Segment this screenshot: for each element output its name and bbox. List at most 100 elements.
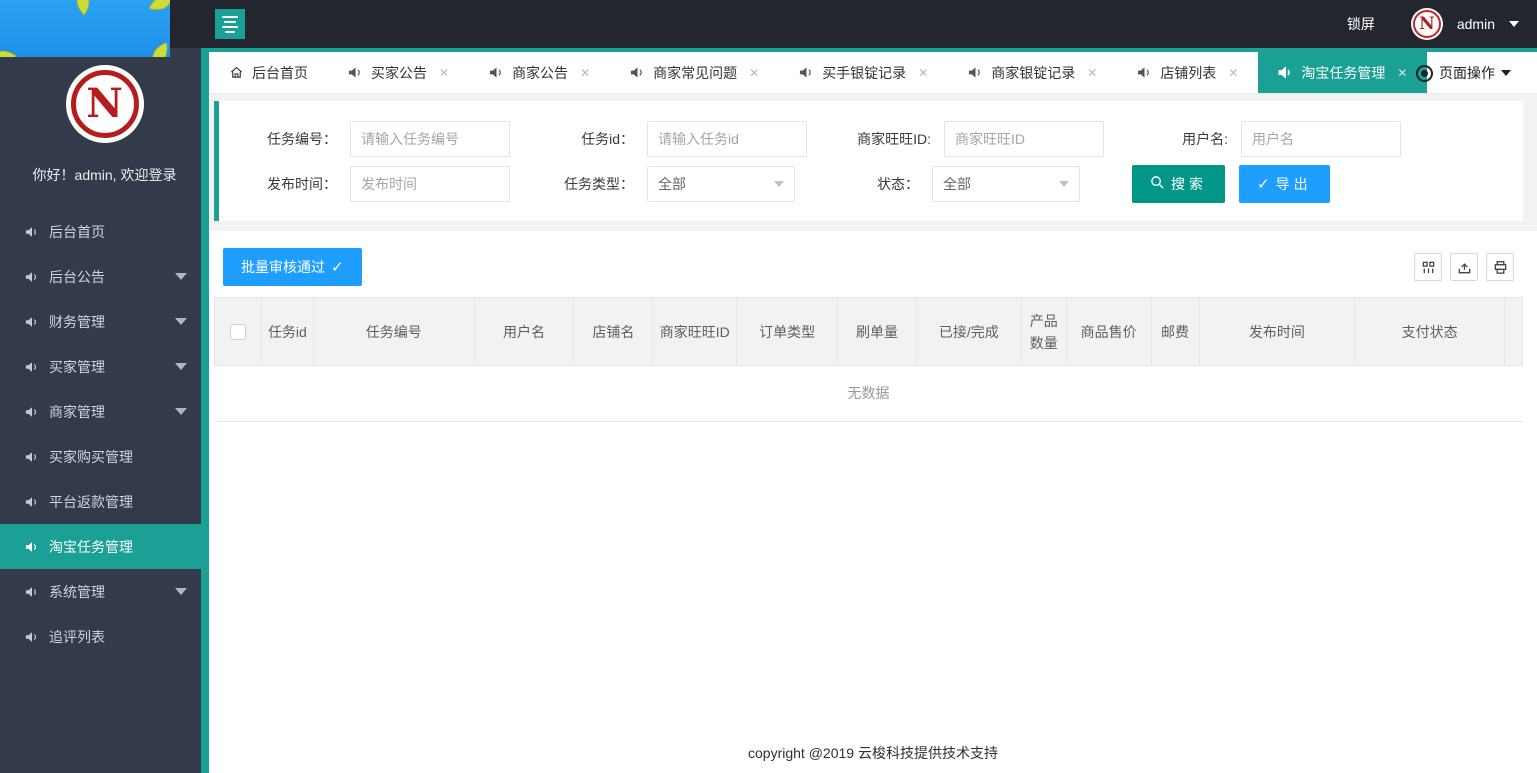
sidebar-item-backend-home[interactable]: 后台首页 <box>0 209 209 254</box>
lock-screen-button[interactable]: 锁屏 <box>1347 14 1375 34</box>
table-tool-icons <box>1414 253 1514 281</box>
sidebar-item-backend-notice[interactable]: 后台公告 <box>0 254 209 299</box>
column-header-order-type: 订单类型 <box>737 298 838 366</box>
print-icon[interactable] <box>1486 253 1514 281</box>
speaker-icon <box>968 65 983 80</box>
export-icon[interactable] <box>1450 253 1478 281</box>
table-header-filler-cell <box>1505 298 1523 366</box>
search-button[interactable]: 搜索 <box>1132 165 1225 203</box>
tab-buyer-ingot-records[interactable]: 买手银锭记录 ✕ <box>779 52 948 93</box>
speaker-icon <box>25 405 39 419</box>
greeting-text: 你好！admin, 欢迎登录 <box>0 165 209 185</box>
speaker-icon <box>799 65 814 80</box>
chevron-down-icon <box>175 363 187 370</box>
tab-shop-list[interactable]: 店铺列表 ✕ <box>1117 52 1258 93</box>
avatar-ring <box>1413 10 1441 38</box>
merchant-wangwang-id-input[interactable] <box>944 121 1104 157</box>
tab-backend-home[interactable]: 后台首页 <box>209 52 328 93</box>
sidebar-item-label: 后台首页 <box>49 222 105 242</box>
task-id-input[interactable] <box>647 121 807 157</box>
field-merchant-wangwang-id: 商家旺旺ID: <box>853 121 1104 157</box>
speaker-icon <box>25 585 39 599</box>
column-header-username: 用户名 <box>475 298 575 366</box>
export-button[interactable]: ✓ 导出 <box>1239 165 1330 203</box>
page-operations-label: 页面操作 <box>1439 63 1495 83</box>
sidebar-menu: 后台首页 后台公告 财务管理 买家管理 商家管理 买家购买管理 平台 <box>0 209 209 659</box>
task-type-select[interactable]: 全部 <box>647 166 795 202</box>
field-label: 发布时间： <box>259 174 337 194</box>
close-icon[interactable]: ✕ <box>439 66 449 80</box>
batch-approve-label: 批量审核通过 <box>241 257 325 277</box>
status-select[interactable]: 全部 <box>932 166 1080 202</box>
top-bar: 锁屏 N admin <box>0 0 1537 48</box>
filter-columns-icon[interactable] <box>1414 253 1442 281</box>
table-empty-message: 无数据 <box>214 366 1523 422</box>
chevron-down-icon <box>175 408 187 415</box>
copyright-text: copyright @2019 云梭科技提供技术支持 <box>748 743 998 763</box>
tab-merchant-ingot-records[interactable]: 商家银锭记录 ✕ <box>948 52 1117 93</box>
sidebar-item-platform-refund-mgmt[interactable]: 平台返款管理 <box>0 479 209 524</box>
speaker-icon <box>630 65 645 80</box>
sidebar-item-label: 财务管理 <box>49 312 105 332</box>
sidebar-item-finance[interactable]: 财务管理 <box>0 299 209 344</box>
field-label: 用户名: <box>1150 129 1228 149</box>
sidebar-item-label: 买家购买管理 <box>49 447 133 467</box>
speaker-icon <box>25 540 39 554</box>
field-status: 状态： 全部 <box>841 166 1080 202</box>
sidebar-item-system-mgmt[interactable]: 系统管理 <box>0 569 209 614</box>
speaker-icon <box>25 270 39 284</box>
username-label[interactable]: admin <box>1457 16 1495 32</box>
sidebar-item-taobao-task-mgmt[interactable]: 淘宝任务管理 <box>0 524 209 569</box>
select-all-checkbox[interactable] <box>230 324 246 340</box>
speaker-icon <box>489 65 504 80</box>
close-icon[interactable]: ✕ <box>918 66 928 80</box>
field-label: 商家旺旺ID: <box>853 129 931 149</box>
tab-merchant-faq[interactable]: 商家常见问题 ✕ <box>610 52 779 93</box>
close-icon[interactable]: ✕ <box>749 66 759 80</box>
column-header-payment-status: 支付状态 <box>1355 298 1505 366</box>
speaker-icon <box>348 65 363 80</box>
home-icon <box>229 65 244 80</box>
speaker-icon <box>1137 65 1152 80</box>
filter-row-1: 任务编号： 任务id： 商家旺旺ID: 用户名: <box>259 121 1503 157</box>
field-username: 用户名: <box>1150 121 1401 157</box>
sidebar-item-label: 追评列表 <box>49 627 105 647</box>
column-header-product-price: 商品售价 <box>1067 298 1152 366</box>
chevron-down-icon <box>1501 70 1511 76</box>
username-input[interactable] <box>1241 121 1401 157</box>
task-number-input[interactable] <box>350 121 510 157</box>
sidebar-item-merchant-mgmt[interactable]: 商家管理 <box>0 389 209 434</box>
sidebar: N 你好！admin, 欢迎登录 后台首页 后台公告 财务管理 买家管理 商家管… <box>0 48 209 773</box>
topbar-right: 锁屏 N admin <box>1347 0 1519 48</box>
table-header-row: 任务id 任务编号 用户名 店铺名 商家旺旺ID 订单类型 刷单量 已接/完成 … <box>214 297 1523 366</box>
menu-toggle-icon[interactable] <box>215 9 245 39</box>
sidebar-item-follow-review-list[interactable]: 追评列表 <box>0 614 209 659</box>
tab-label: 店铺列表 <box>1160 63 1216 83</box>
avatar[interactable]: N <box>1411 8 1443 40</box>
sidebar-item-label: 系统管理 <box>49 582 105 602</box>
column-header-order-volume: 刷单量 <box>838 298 917 366</box>
tab-label: 后台首页 <box>252 63 308 83</box>
speaker-icon <box>1278 65 1293 80</box>
sidebar-item-buyer-mgmt[interactable]: 买家管理 <box>0 344 209 389</box>
close-icon[interactable]: ✕ <box>580 66 590 80</box>
publish-time-input[interactable] <box>350 166 510 202</box>
page-operations-dropdown[interactable]: 页面操作 <box>1394 52 1537 94</box>
chevron-down-icon <box>774 181 784 187</box>
field-task-number: 任务编号： <box>259 121 510 157</box>
tab-buyer-notice[interactable]: 买家公告 ✕ <box>328 52 469 93</box>
batch-approve-button[interactable]: 批量审核通过 ✓ <box>223 248 362 286</box>
field-label: 状态： <box>841 174 919 194</box>
check-icon: ✓ <box>331 258 344 276</box>
field-publish-time: 发布时间： <box>259 166 510 202</box>
search-label: 搜索 <box>1171 174 1207 194</box>
sidebar-item-buyer-purchase-mgmt[interactable]: 买家购买管理 <box>0 434 209 479</box>
close-icon[interactable]: ✕ <box>1087 66 1097 80</box>
leaf-icon <box>0 42 18 57</box>
footer: copyright @2019 云梭科技提供技术支持 <box>209 732 1537 773</box>
close-icon[interactable]: ✕ <box>1228 66 1238 80</box>
user-menu-caret-icon[interactable] <box>1509 21 1519 27</box>
tab-merchant-notice[interactable]: 商家公告 ✕ <box>469 52 610 93</box>
tab-label: 淘宝任务管理 <box>1301 63 1385 83</box>
column-header-accepted-completed: 已接/完成 <box>917 298 1022 366</box>
